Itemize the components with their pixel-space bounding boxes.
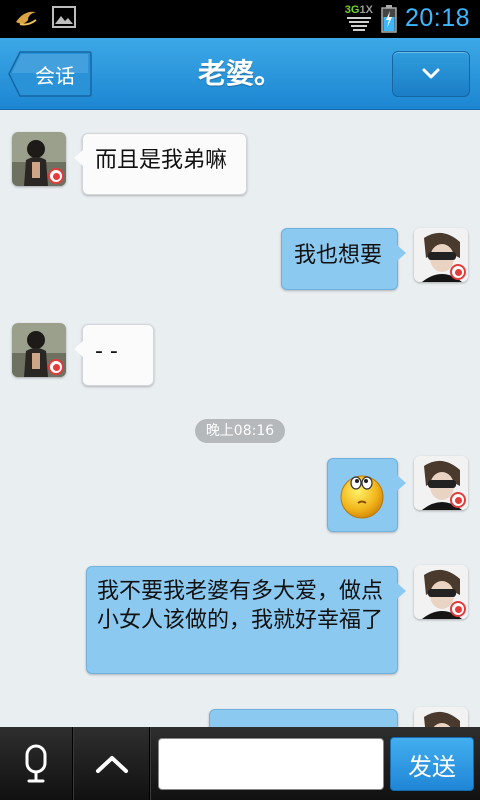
message-bubble-incoming[interactable]: 而且是我弟嘛 xyxy=(74,133,247,195)
battery-charging-icon xyxy=(381,4,397,33)
message-input[interactable] xyxy=(158,738,384,790)
my-avatar[interactable] xyxy=(414,456,468,510)
microphone-icon xyxy=(25,744,47,782)
my-avatar[interactable] xyxy=(414,228,468,282)
message-bubble-incoming[interactable]: - - xyxy=(74,324,154,386)
message-text: 而且是我弟嘛 xyxy=(95,148,228,173)
message-text: - - xyxy=(95,339,118,364)
my-avatar[interactable] xyxy=(414,707,468,727)
message-bubble-outgoing[interactable] xyxy=(327,458,406,532)
chevron-up-icon xyxy=(96,755,128,773)
image-notification-icon xyxy=(52,6,76,28)
chevron-down-icon xyxy=(422,68,440,79)
composer-bar: 发送 xyxy=(0,727,480,800)
network-indicator: 3G1X xyxy=(345,4,373,33)
contact-avatar[interactable] xyxy=(12,323,66,377)
heart-badge-icon xyxy=(48,359,64,375)
chat-menu-button[interactable] xyxy=(392,51,470,97)
contact-avatar[interactable] xyxy=(12,132,66,186)
message-text: 我也想要 xyxy=(294,243,383,268)
divider xyxy=(149,727,151,800)
timestamp-divider: 晚上08:16 xyxy=(195,419,285,443)
send-button[interactable]: 发送 xyxy=(390,737,474,791)
qq-notification-icon xyxy=(16,11,37,26)
message-bubble-outgoing-partial[interactable] xyxy=(209,709,406,727)
heart-badge-icon xyxy=(48,168,64,184)
heart-badge-icon xyxy=(450,601,466,617)
message-text: 我不要我老婆有多大爱，做点小女人该做的，我就好幸福了 xyxy=(97,579,384,633)
clock: 20:18 xyxy=(404,4,470,32)
divider xyxy=(72,727,74,800)
message-list[interactable]: 而且是我弟嘛 我也想要 - - 晚上08:16 我不要我老婆有多大爱，做点小女人… xyxy=(0,111,480,727)
status-bar: 3G1X 20:18 xyxy=(0,0,480,38)
signal-icon xyxy=(346,16,371,31)
voice-button[interactable] xyxy=(0,727,72,800)
message-bubble-outgoing[interactable]: 我也想要 xyxy=(281,228,406,290)
heart-badge-icon xyxy=(450,264,466,280)
message-bubble-outgoing[interactable]: 我不要我老婆有多大爱，做点小女人该做的，我就好幸福了 xyxy=(86,566,406,674)
expand-panel-button[interactable] xyxy=(75,727,149,800)
my-avatar[interactable] xyxy=(414,565,468,619)
chat-header: 会话 老婆。 xyxy=(0,38,480,110)
thinking-face-emoji-icon xyxy=(340,475,384,519)
heart-badge-icon xyxy=(450,492,466,508)
